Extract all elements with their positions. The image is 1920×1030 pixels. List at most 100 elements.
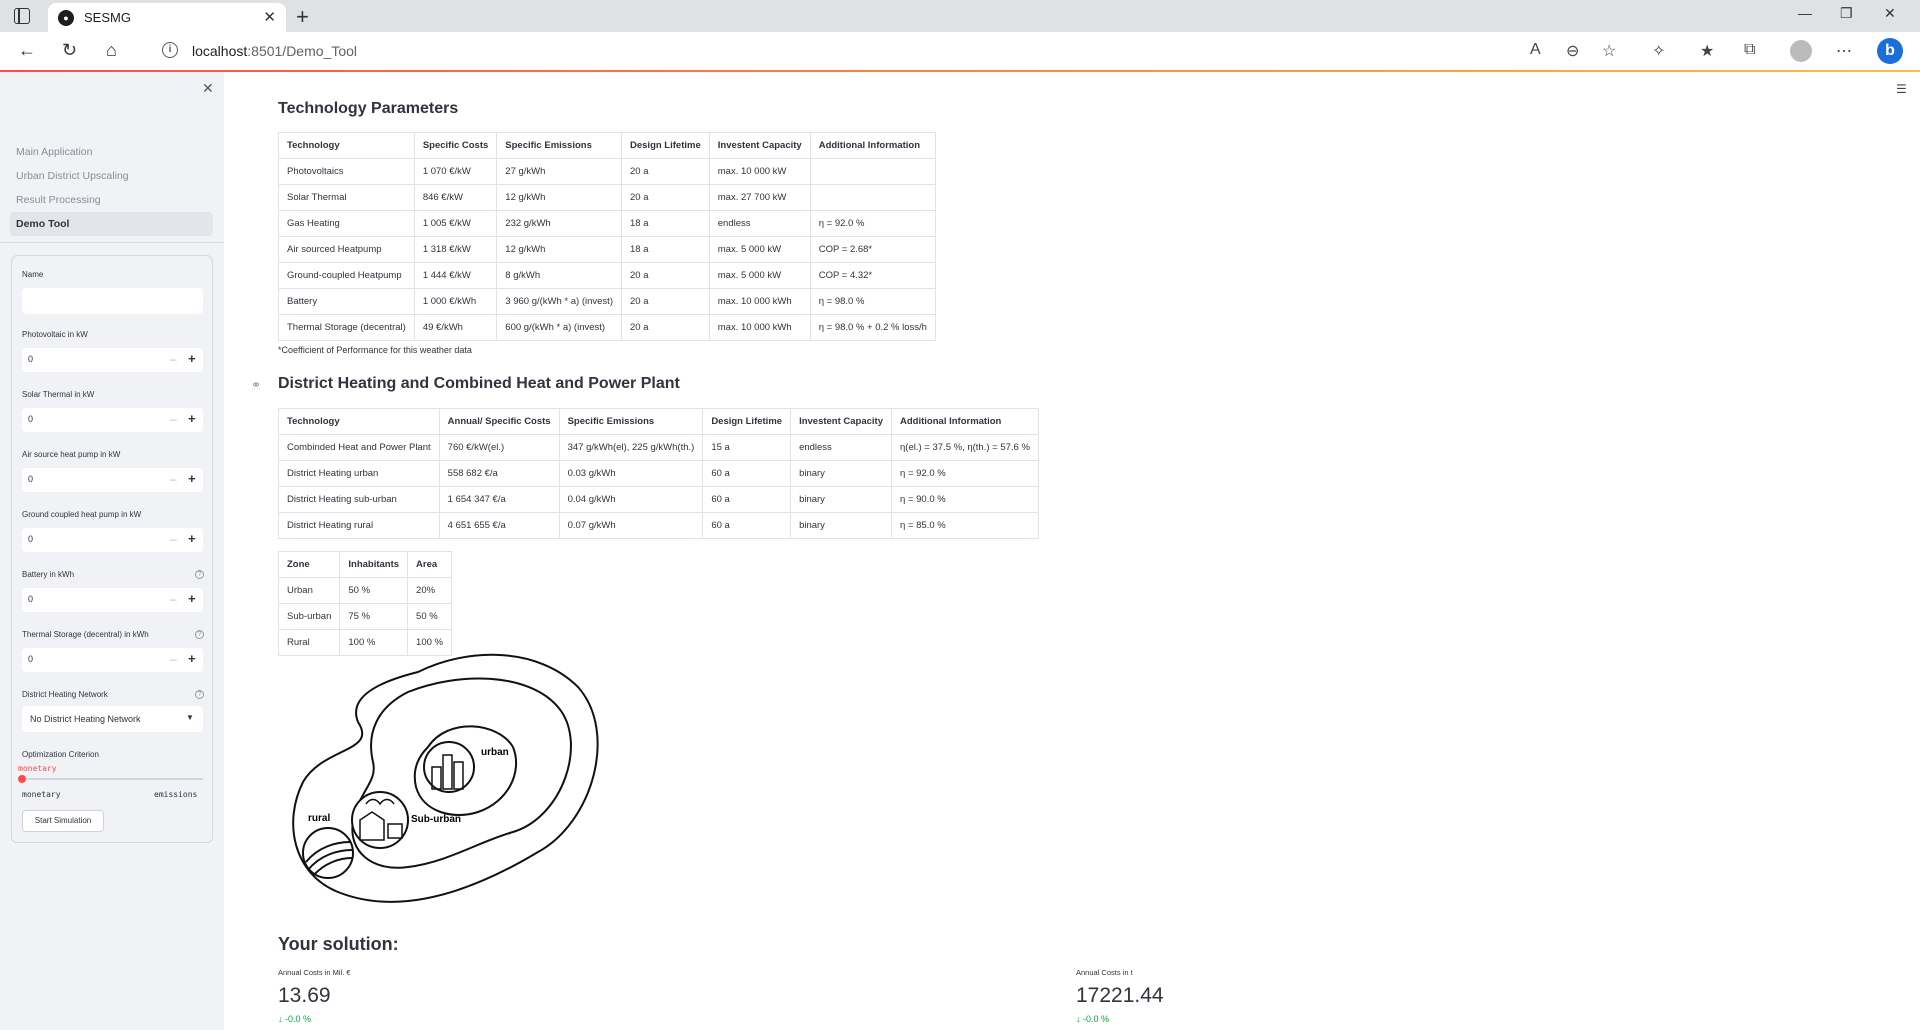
tech-table-cell: endless — [708, 210, 811, 237]
zoom-out-icon[interactable]: ⊖ — [1566, 41, 1579, 61]
ts-increment-button[interactable]: + — [188, 651, 196, 666]
sidebar-item-urban-district-upscaling[interactable]: Urban District Upscaling — [10, 164, 213, 188]
metric-costs-value: 13.69 — [278, 984, 331, 1007]
tech-table-cell: 20 a — [621, 184, 710, 211]
more-menu-icon[interactable]: ⋯ — [1836, 41, 1852, 61]
opt-slider-thumb[interactable] — [18, 775, 26, 783]
profile-avatar[interactable] — [1790, 40, 1812, 62]
gchp-decrement-button[interactable]: – — [170, 532, 177, 546]
ts-decrement-button[interactable]: – — [170, 652, 177, 666]
pv-value: 0 — [28, 354, 34, 364]
browser-tab[interactable]: ● SESMG ✕ — [48, 3, 286, 32]
read-aloud-icon[interactable]: A — [1530, 41, 1541, 59]
pv-decrement-button[interactable]: – — [170, 352, 177, 366]
battery-value: 0 — [28, 594, 34, 604]
close-window-icon[interactable]: ✕ — [1884, 5, 1896, 22]
st-decrement-button[interactable]: – — [170, 412, 177, 426]
name-label: Name — [22, 270, 44, 279]
battery-increment-button[interactable]: + — [188, 591, 196, 606]
new-tab-icon[interactable]: + — [296, 4, 309, 30]
gchp-number-input[interactable]: 0 – + — [22, 528, 203, 552]
add-favorite-icon[interactable]: ☆ — [1602, 41, 1616, 61]
sidebar-item-result-processing[interactable]: Result Processing — [10, 188, 213, 212]
tech-table-cell: 600 g/(kWh * a) (invest) — [496, 314, 622, 341]
dh-table-header-cell: Annual/ Specific Costs — [438, 408, 560, 435]
tech-table-cell: Thermal Storage (decentral) — [278, 314, 415, 341]
zone-table: Zone Inhabitants Area Urban 50 % 20% Sub-urba… — [277, 551, 452, 656]
battery-help-icon[interactable]: ? — [195, 570, 204, 579]
tech-table-header-cell: Design Lifetime — [621, 132, 710, 159]
home-icon[interactable]: ⌂ — [106, 40, 117, 61]
dhn-select[interactable]: No District Heating Network ▼ — [22, 706, 203, 732]
dh-table-cell: 0.03 g/kWh — [558, 460, 704, 487]
pv-number-input[interactable]: 0 – + — [22, 348, 203, 372]
cop-footnote: *Coefficient of Performance for this wea… — [278, 345, 472, 355]
tab-close-icon[interactable]: ✕ — [263, 8, 276, 26]
address-bar[interactable]: i localhost:8501/Demo_Tool — [148, 36, 1608, 66]
tech-table-header-cell: Investent Capacity — [708, 132, 811, 159]
dh-table-cell: 760 €/kW(el.) — [438, 434, 560, 461]
favorites-icon[interactable]: ★ — [1700, 41, 1714, 61]
app-menu-icon[interactable]: ☰ — [1896, 82, 1907, 96]
tech-table-cell: 20 a — [621, 158, 710, 185]
dh-table-cell: 0.04 g/kWh — [558, 486, 704, 513]
bing-copilot-icon[interactable]: b — [1877, 38, 1903, 64]
tech-table-cell: Solar Thermal — [278, 184, 415, 211]
dh-table-cell: binary — [790, 460, 893, 487]
battery-decrement-button[interactable]: – — [170, 592, 177, 606]
url-text: localhost:8501/Demo_Tool — [192, 43, 357, 59]
ts-help-icon[interactable]: ? — [195, 630, 204, 639]
tech-table-cell: 12 g/kWh — [496, 184, 622, 211]
dhn-select-value: No District Heating Network — [30, 714, 141, 724]
opt-slider-track[interactable] — [22, 778, 203, 780]
dh-table-row: Combinded Heat and Power Plant 760 €/kW(e… — [278, 434, 1039, 461]
tech-table-cell: η = 98.0 % + 0.2 % loss/h — [809, 314, 936, 341]
solution-heading: Your solution: — [278, 934, 399, 954]
refresh-icon[interactable]: ↻ — [62, 40, 77, 61]
dh-table-cell: 60 a — [702, 460, 792, 487]
tech-table-cell: max. 10 000 kW — [708, 158, 811, 185]
site-info-icon[interactable]: i — [162, 42, 178, 58]
field-icon — [302, 827, 354, 879]
start-simulation-button[interactable]: Start Simulation — [22, 810, 104, 832]
dh-table-row: District Heating rural 4 651 655 €/a 0.07 … — [278, 512, 1039, 539]
gchp-increment-button[interactable]: + — [188, 531, 196, 546]
anchor-link-icon[interactable]: ⚭ — [251, 378, 261, 392]
zone-table-cell: 20% — [407, 577, 452, 604]
map-label-rural: rural — [308, 813, 330, 824]
tech-table-cell: 27 g/kWh — [496, 158, 622, 185]
ashp-increment-button[interactable]: + — [188, 471, 196, 486]
metric-emissions-label: Annual Costs in t — [1076, 968, 1133, 977]
battery-number-input[interactable]: 0 – + — [22, 588, 203, 612]
st-increment-button[interactable]: + — [188, 411, 196, 426]
sidebar-nav: Main Application Urban District Upscalin… — [10, 140, 213, 236]
opt-label: Optimization Criterion — [22, 750, 99, 759]
minimize-icon[interactable]: — — [1798, 5, 1812, 21]
extensions-icon[interactable]: ✧ — [1652, 41, 1665, 61]
restore-icon[interactable]: ❐ — [1840, 5, 1853, 22]
sidebar-item-main-application[interactable]: Main Application — [10, 140, 213, 164]
tech-table-header-cell: Specific Emissions — [496, 132, 622, 159]
close-sidebar-icon[interactable]: ✕ — [202, 80, 214, 97]
map-label-suburban: Sub-urban — [411, 814, 461, 825]
dhn-help-icon[interactable]: ? — [195, 690, 204, 699]
sidebar-item-demo-tool[interactable]: Demo Tool — [10, 212, 213, 236]
ashp-label: Air source heat pump in kW — [22, 450, 121, 459]
ts-number-input[interactable]: 0 – + — [22, 648, 203, 672]
dh-table-header-cell: Technology — [278, 408, 440, 435]
ashp-number-input[interactable]: 0 – + — [22, 468, 203, 492]
collections-icon[interactable]: ⧉ — [1744, 41, 1755, 59]
tech-table-cell: COP = 2.68* — [809, 236, 936, 263]
dh-table-cell: 60 a — [702, 512, 792, 539]
metric-costs-label: Annual Costs in Mil. € — [278, 968, 351, 977]
tab-actions-icon[interactable] — [14, 8, 30, 24]
tech-table-cell: 20 a — [621, 314, 710, 341]
st-number-input[interactable]: 0 – + — [22, 408, 203, 432]
pv-increment-button[interactable]: + — [188, 351, 196, 366]
name-input[interactable] — [22, 288, 203, 314]
tech-table-header-cell: Technology — [278, 132, 415, 159]
tech-table-row: Air sourced Heatpump 1 318 €/kW 12 g/kWh 18… — [278, 236, 936, 263]
st-label: Solar Thermal in kW — [22, 390, 95, 399]
back-icon[interactable]: ← — [18, 40, 36, 61]
ashp-decrement-button[interactable]: – — [170, 472, 177, 486]
